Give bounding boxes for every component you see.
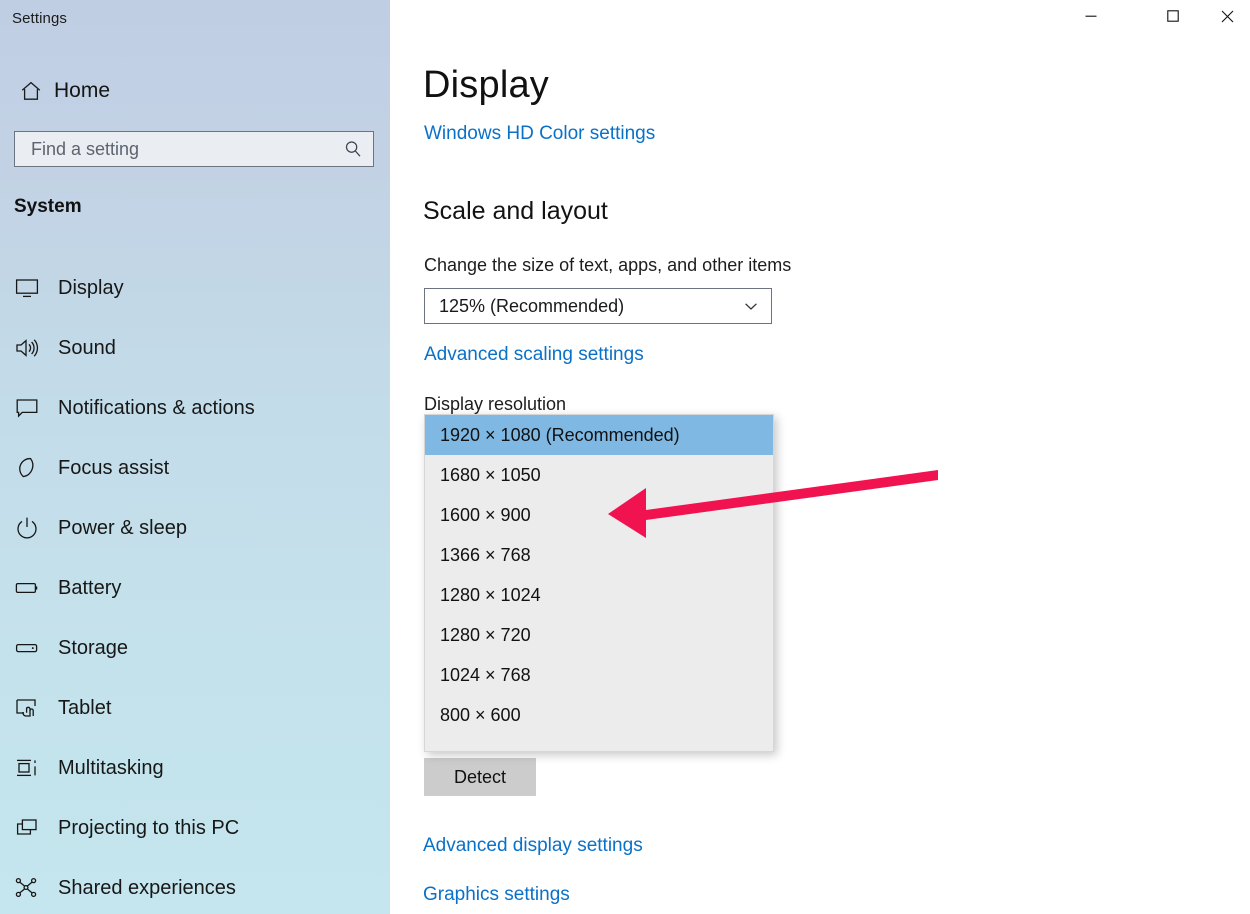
scale-dropdown-value: 125% (Recommended) bbox=[425, 296, 731, 317]
drive-icon bbox=[14, 635, 58, 661]
scale-caption: Change the size of text, apps, and other… bbox=[424, 255, 791, 276]
resolution-option[interactable]: 1366 × 768 bbox=[425, 535, 773, 575]
sidebar-item-projecting[interactable]: Projecting to this PC bbox=[0, 798, 390, 858]
home-icon bbox=[8, 79, 54, 103]
sidebar-item-battery[interactable]: Battery bbox=[0, 558, 390, 618]
sidebar-item-notifications[interactable]: Notifications & actions bbox=[0, 378, 390, 438]
close-button[interactable] bbox=[1204, 0, 1250, 32]
app-title: Settings bbox=[12, 10, 67, 27]
sidebar-item-power-sleep[interactable]: Power & sleep bbox=[0, 498, 390, 558]
advanced-scaling-settings-link[interactable]: Advanced scaling settings bbox=[424, 344, 644, 366]
sidebar-item-multitasking[interactable]: Multitasking bbox=[0, 738, 390, 798]
resolution-dropdown-popup[interactable]: 1920 × 1080 (Recommended) 1680 × 1050 16… bbox=[424, 414, 774, 752]
sidebar-item-notifications-label: Notifications & actions bbox=[58, 397, 255, 420]
sidebar-item-focus-assist[interactable]: Focus assist bbox=[0, 438, 390, 498]
resolution-option[interactable]: 1280 × 720 bbox=[425, 615, 773, 655]
page-title: Display bbox=[423, 64, 549, 107]
multitasking-icon bbox=[14, 755, 58, 781]
resolution-option[interactable]: 1920 × 1080 (Recommended) bbox=[425, 415, 773, 455]
sidebar-item-display-label: Display bbox=[58, 277, 124, 300]
resolution-option[interactable]: 1280 × 1024 bbox=[425, 575, 773, 615]
sidebar-item-multitasking-label: Multitasking bbox=[58, 757, 164, 780]
graphics-settings-link[interactable]: Graphics settings bbox=[423, 884, 570, 906]
display-resolution-label: Display resolution bbox=[424, 394, 566, 415]
settings-window: Settings Home System bbox=[0, 0, 1250, 914]
chat-bubble-icon bbox=[14, 395, 58, 421]
sidebar-item-shared-experiences[interactable]: Shared experiences bbox=[0, 858, 390, 914]
sidebar-nav-list: Display Sound bbox=[0, 258, 390, 914]
sidebar-item-display[interactable]: Display bbox=[0, 258, 390, 318]
sidebar-item-tablet[interactable]: Tablet bbox=[0, 678, 390, 738]
detect-button[interactable]: Detect bbox=[424, 758, 536, 796]
minimize-button[interactable] bbox=[1068, 0, 1114, 32]
battery-icon bbox=[14, 575, 58, 601]
monitor-icon bbox=[14, 275, 58, 301]
sidebar-item-storage-label: Storage bbox=[58, 637, 128, 660]
resolution-option[interactable]: 1680 × 1050 bbox=[425, 455, 773, 495]
resolution-option[interactable]: 800 × 600 bbox=[425, 695, 773, 735]
sidebar-item-storage[interactable]: Storage bbox=[0, 618, 390, 678]
windows-hd-color-settings-link[interactable]: Windows HD Color settings bbox=[424, 123, 655, 145]
chevron-down-icon bbox=[731, 296, 771, 316]
sidebar-item-tablet-label: Tablet bbox=[58, 697, 111, 720]
sidebar-item-battery-label: Battery bbox=[58, 577, 121, 600]
search-icon bbox=[333, 139, 373, 159]
sidebar-item-power-sleep-label: Power & sleep bbox=[58, 517, 187, 540]
title-bar: Settings bbox=[0, 0, 390, 40]
tablet-touch-icon bbox=[14, 695, 58, 721]
advanced-display-settings-link[interactable]: Advanced display settings bbox=[423, 835, 643, 857]
speaker-icon bbox=[14, 335, 58, 361]
sidebar: Settings Home System bbox=[0, 0, 390, 914]
search-field[interactable] bbox=[14, 131, 374, 167]
scale-and-layout-heading: Scale and layout bbox=[423, 197, 608, 226]
maximize-button[interactable] bbox=[1150, 0, 1196, 32]
sidebar-group-header: System bbox=[14, 196, 82, 218]
share-nodes-icon bbox=[14, 875, 58, 901]
sidebar-item-home[interactable]: Home bbox=[8, 72, 382, 110]
sidebar-item-shared-experiences-label: Shared experiences bbox=[58, 877, 236, 900]
resolution-option[interactable]: 1024 × 768 bbox=[425, 655, 773, 695]
sidebar-item-home-label: Home bbox=[54, 79, 110, 103]
sidebar-item-focus-assist-label: Focus assist bbox=[58, 457, 169, 480]
moon-icon bbox=[14, 455, 58, 481]
sidebar-item-projecting-label: Projecting to this PC bbox=[58, 817, 239, 840]
sidebar-item-sound[interactable]: Sound bbox=[0, 318, 390, 378]
projecting-icon bbox=[14, 815, 58, 841]
power-icon bbox=[14, 515, 58, 541]
scale-dropdown[interactable]: 125% (Recommended) bbox=[424, 288, 772, 324]
search-input[interactable] bbox=[15, 132, 333, 166]
resolution-option[interactable]: 1600 × 900 bbox=[425, 495, 773, 535]
sidebar-item-sound-label: Sound bbox=[58, 337, 116, 360]
